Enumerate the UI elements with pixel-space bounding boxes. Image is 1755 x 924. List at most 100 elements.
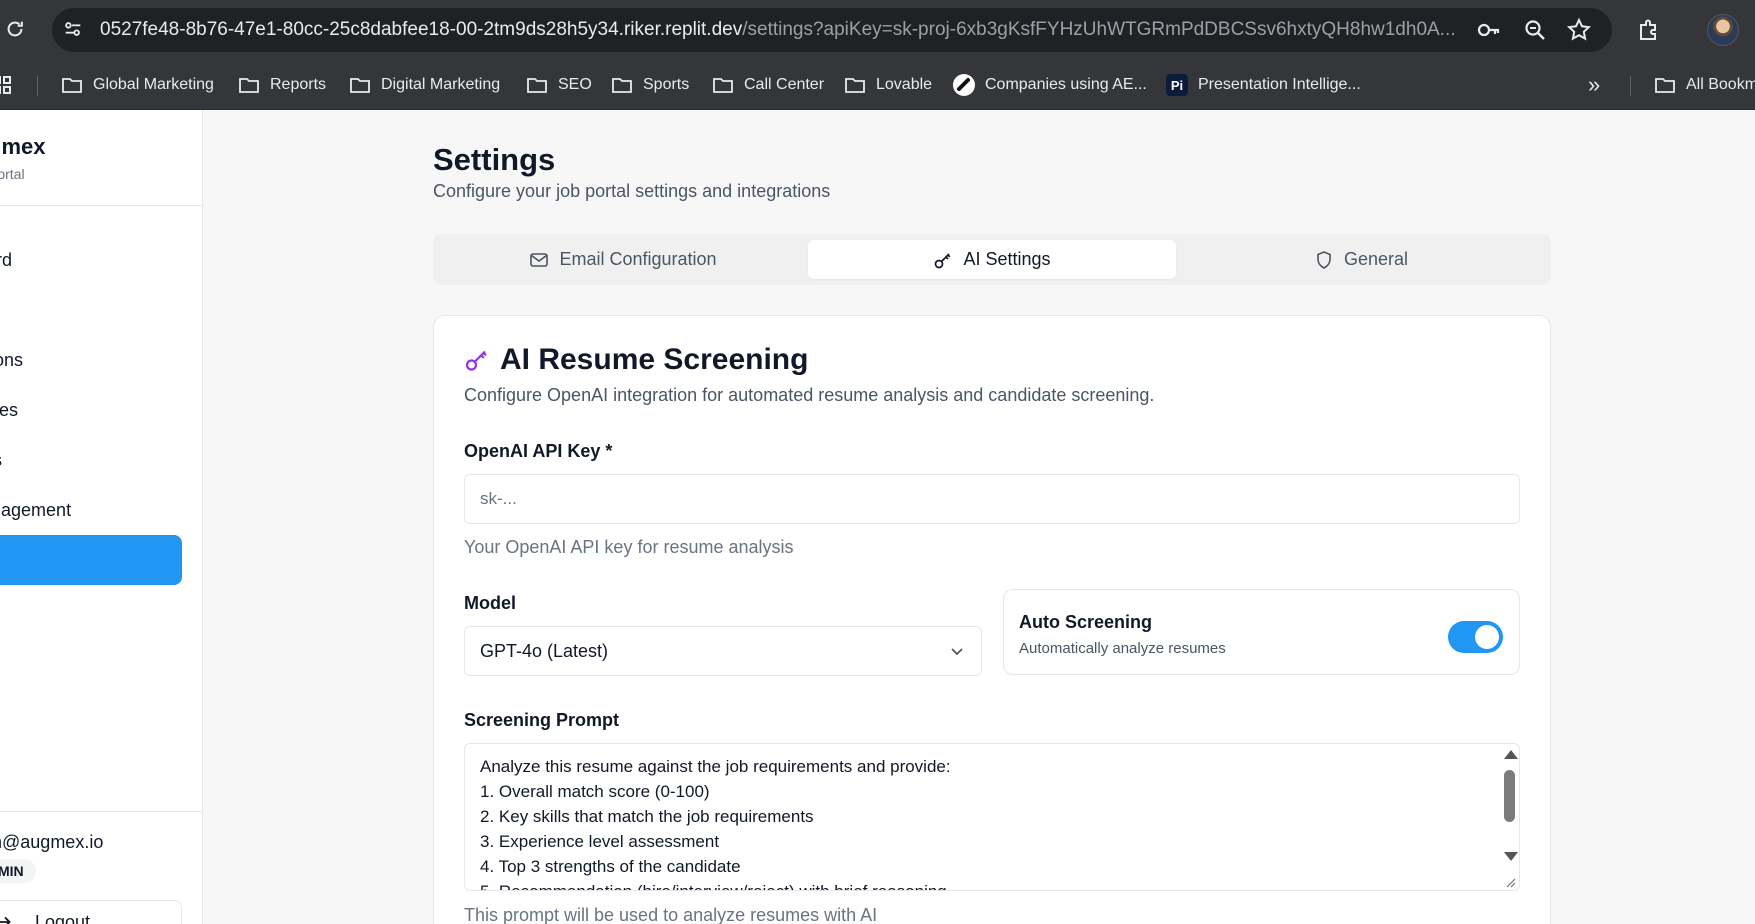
app-sidebar: gmex Portal board cations lidates ytics …: [0, 110, 203, 924]
scroll-down-arrow-icon[interactable]: [1504, 852, 1518, 861]
sidebar-item-settings[interactable]: ngs: [0, 535, 182, 585]
reload-icon[interactable]: [4, 18, 26, 40]
tab-general[interactable]: General: [1177, 240, 1545, 279]
screening-prompt-hint: This prompt will be used to analyze resu…: [464, 905, 878, 924]
zoom-icon[interactable]: [1522, 17, 1548, 43]
chevron-down-icon: [951, 648, 963, 656]
logout-icon: [0, 916, 11, 924]
password-key-icon[interactable]: [1476, 17, 1502, 43]
logout-label: Logout: [35, 911, 91, 924]
auto-screening-box: Auto Screening Automatically analyze res…: [1003, 589, 1520, 675]
api-key-input[interactable]: [464, 474, 1520, 524]
sidebar-item-analytics[interactable]: ytics: [0, 435, 182, 485]
sidebar-item-label: cations: [0, 349, 24, 370]
bookmark-sports[interactable]: Sports: [611, 72, 689, 98]
bookmark-label: Global Marketing: [93, 76, 214, 93]
url-text[interactable]: 0527fe48-8b76-47e1-80cc-25c8dabfee18-00-…: [100, 17, 1460, 43]
bookmark-reports[interactable]: Reports: [238, 72, 326, 98]
folder-icon: [62, 78, 82, 93]
folder-icon: [612, 78, 632, 93]
site-favicon: [953, 74, 975, 96]
key-icon: [935, 252, 951, 268]
model-label: Model: [464, 593, 516, 613]
api-key-hint: Your OpenAI API key for resume analysis: [464, 537, 794, 557]
profile-avatar[interactable]: [1707, 14, 1739, 46]
bookmark-seo[interactable]: SEO: [526, 72, 592, 98]
auto-screening-description: Automatically analyze resumes: [1019, 640, 1226, 657]
tab-label: General: [1343, 249, 1409, 269]
bookmark-separator: [37, 76, 38, 96]
card-description: Configure OpenAI integration for automat…: [464, 385, 1155, 405]
bookmark-digital-marketing[interactable]: Digital Marketing: [349, 72, 500, 98]
bookmarks-bar: Global Marketing Reports Digital Marketi…: [0, 60, 1755, 110]
folder-icon: [239, 78, 259, 93]
sidebar-item-label: Management: [0, 499, 72, 520]
bookmark-separator: [1630, 76, 1631, 96]
mail-icon: [530, 252, 549, 267]
screening-prompt-label: Screening Prompt: [464, 710, 620, 730]
screening-prompt-text: Analyze this resume against the job requ…: [480, 757, 951, 890]
folder-icon: [350, 78, 370, 93]
scroll-up-arrow-icon[interactable]: [1504, 750, 1518, 759]
bookmark-label: Digital Marketing: [381, 76, 501, 93]
screening-prompt-textarea[interactable]: Analyze this resume against the job requ…: [464, 743, 1520, 891]
folder-icon: [1655, 78, 1675, 93]
card-title: AI Resume Screening: [464, 343, 808, 377]
bookmark-companies-using[interactable]: Companies using AE...: [953, 72, 1147, 98]
folder-icon: [527, 78, 547, 93]
brand-name: gmex: [0, 134, 46, 159]
page-title: Settings: [433, 142, 556, 177]
resize-handle-icon[interactable]: [1504, 876, 1516, 888]
tab-email-configuration[interactable]: Email Configuration: [439, 240, 807, 279]
toggle-knob: [1475, 625, 1499, 649]
card-title-text: AI Resume Screening: [500, 343, 809, 376]
extensions-icon[interactable]: [1636, 17, 1662, 43]
brand-subtitle: Portal: [0, 166, 25, 182]
chevron-double-right-icon: »: [1588, 72, 1601, 97]
bookmark-label: Companies using AE...: [985, 76, 1147, 93]
sidebar-item-label: board: [0, 249, 13, 270]
ai-resume-screening-card: AI Resume Screening Configure OpenAI int…: [433, 315, 1551, 924]
user-email: n@augmex.io: [0, 832, 104, 852]
bookmark-star-icon[interactable]: [1566, 17, 1592, 43]
scrollbar-thumb[interactable]: [1504, 770, 1515, 822]
api-key-label: OpenAI API Key *: [464, 441, 613, 461]
auto-screening-title: Auto Screening: [1019, 612, 1153, 632]
tab-ai-settings[interactable]: AI Settings: [808, 240, 1176, 279]
bookmark-label: All Bookm: [1686, 76, 1755, 93]
browser-toolbar: 0527fe48-8b76-47e1-80cc-25c8dabfee18-00-…: [0, 0, 1755, 60]
sidebar-item-applications[interactable]: cations: [0, 335, 182, 385]
bookmark-presentation-intelligence[interactable]: Pi Presentation Intellige...: [1166, 72, 1361, 98]
sidebar-item-dashboard[interactable]: board: [0, 235, 182, 285]
sidebar-item-label: ytics: [0, 450, 2, 471]
bookmark-label: SEO: [558, 76, 592, 93]
sidebar-divider: [0, 811, 202, 812]
pi-favicon: Pi: [1166, 74, 1188, 96]
model-select[interactable]: GPT-4o (Latest): [464, 626, 982, 676]
bookmark-label: Lovable: [876, 76, 933, 93]
shield-icon: [1317, 250, 1331, 269]
bookmark-global-marketing[interactable]: Global Marketing: [61, 72, 214, 98]
apps-grid-icon[interactable]: [0, 72, 20, 98]
sidebar-divider: [0, 205, 202, 206]
page-subtitle: Configure your job portal settings and i…: [433, 181, 831, 201]
prompt-scrollbar[interactable]: [1499, 744, 1519, 890]
folder-icon: [713, 78, 733, 93]
model-value: GPT-4o (Latest): [480, 640, 609, 661]
auto-screening-toggle[interactable]: [1448, 621, 1503, 653]
sidebar-item-label: lidates: [0, 399, 19, 420]
site-info-icon[interactable]: [62, 18, 84, 40]
sidebar-item-management[interactable]: Management: [0, 485, 182, 535]
bookmarks-overflow-button[interactable]: »: [1588, 72, 1600, 98]
bookmark-label: Reports: [270, 76, 327, 93]
tab-label: AI Settings: [963, 249, 1051, 269]
role-badge: MIN: [0, 859, 36, 883]
folder-icon: [845, 78, 865, 93]
bookmark-call-center[interactable]: Call Center: [712, 72, 824, 98]
bookmark-lovable[interactable]: Lovable: [844, 72, 932, 98]
all-bookmarks-button[interactable]: All Bookm: [1654, 72, 1755, 98]
settings-tabs: Email Configuration AI Settings General: [433, 234, 1551, 285]
sidebar-item-candidates[interactable]: lidates: [0, 385, 182, 435]
logout-button[interactable]: Logout: [0, 900, 182, 924]
key-icon: [465, 350, 487, 371]
